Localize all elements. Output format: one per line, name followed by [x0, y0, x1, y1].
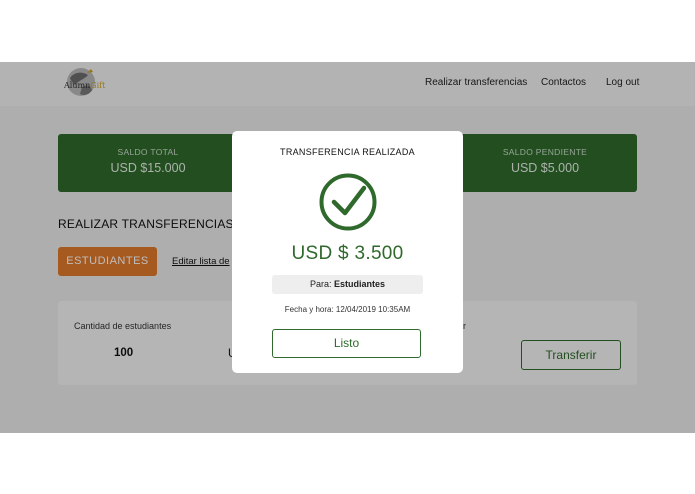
recipient-value: Estudiantes	[334, 279, 386, 289]
recipient-badge: Para: Estudiantes	[272, 275, 423, 294]
success-modal: TRANSFERENCIA REALIZADA USD $ 3.500 Para…	[232, 131, 463, 373]
check-circle-icon	[319, 173, 377, 231]
transfer-datetime: Fecha y hora: 12/04/2019 10:35AM	[284, 305, 411, 314]
recipient-label: Para:	[309, 279, 334, 289]
modal-title: TRANSFERENCIA REALIZADA	[280, 147, 415, 157]
transfer-amount: USD $ 3.500	[291, 243, 404, 264]
done-button[interactable]: Listo	[272, 329, 421, 358]
